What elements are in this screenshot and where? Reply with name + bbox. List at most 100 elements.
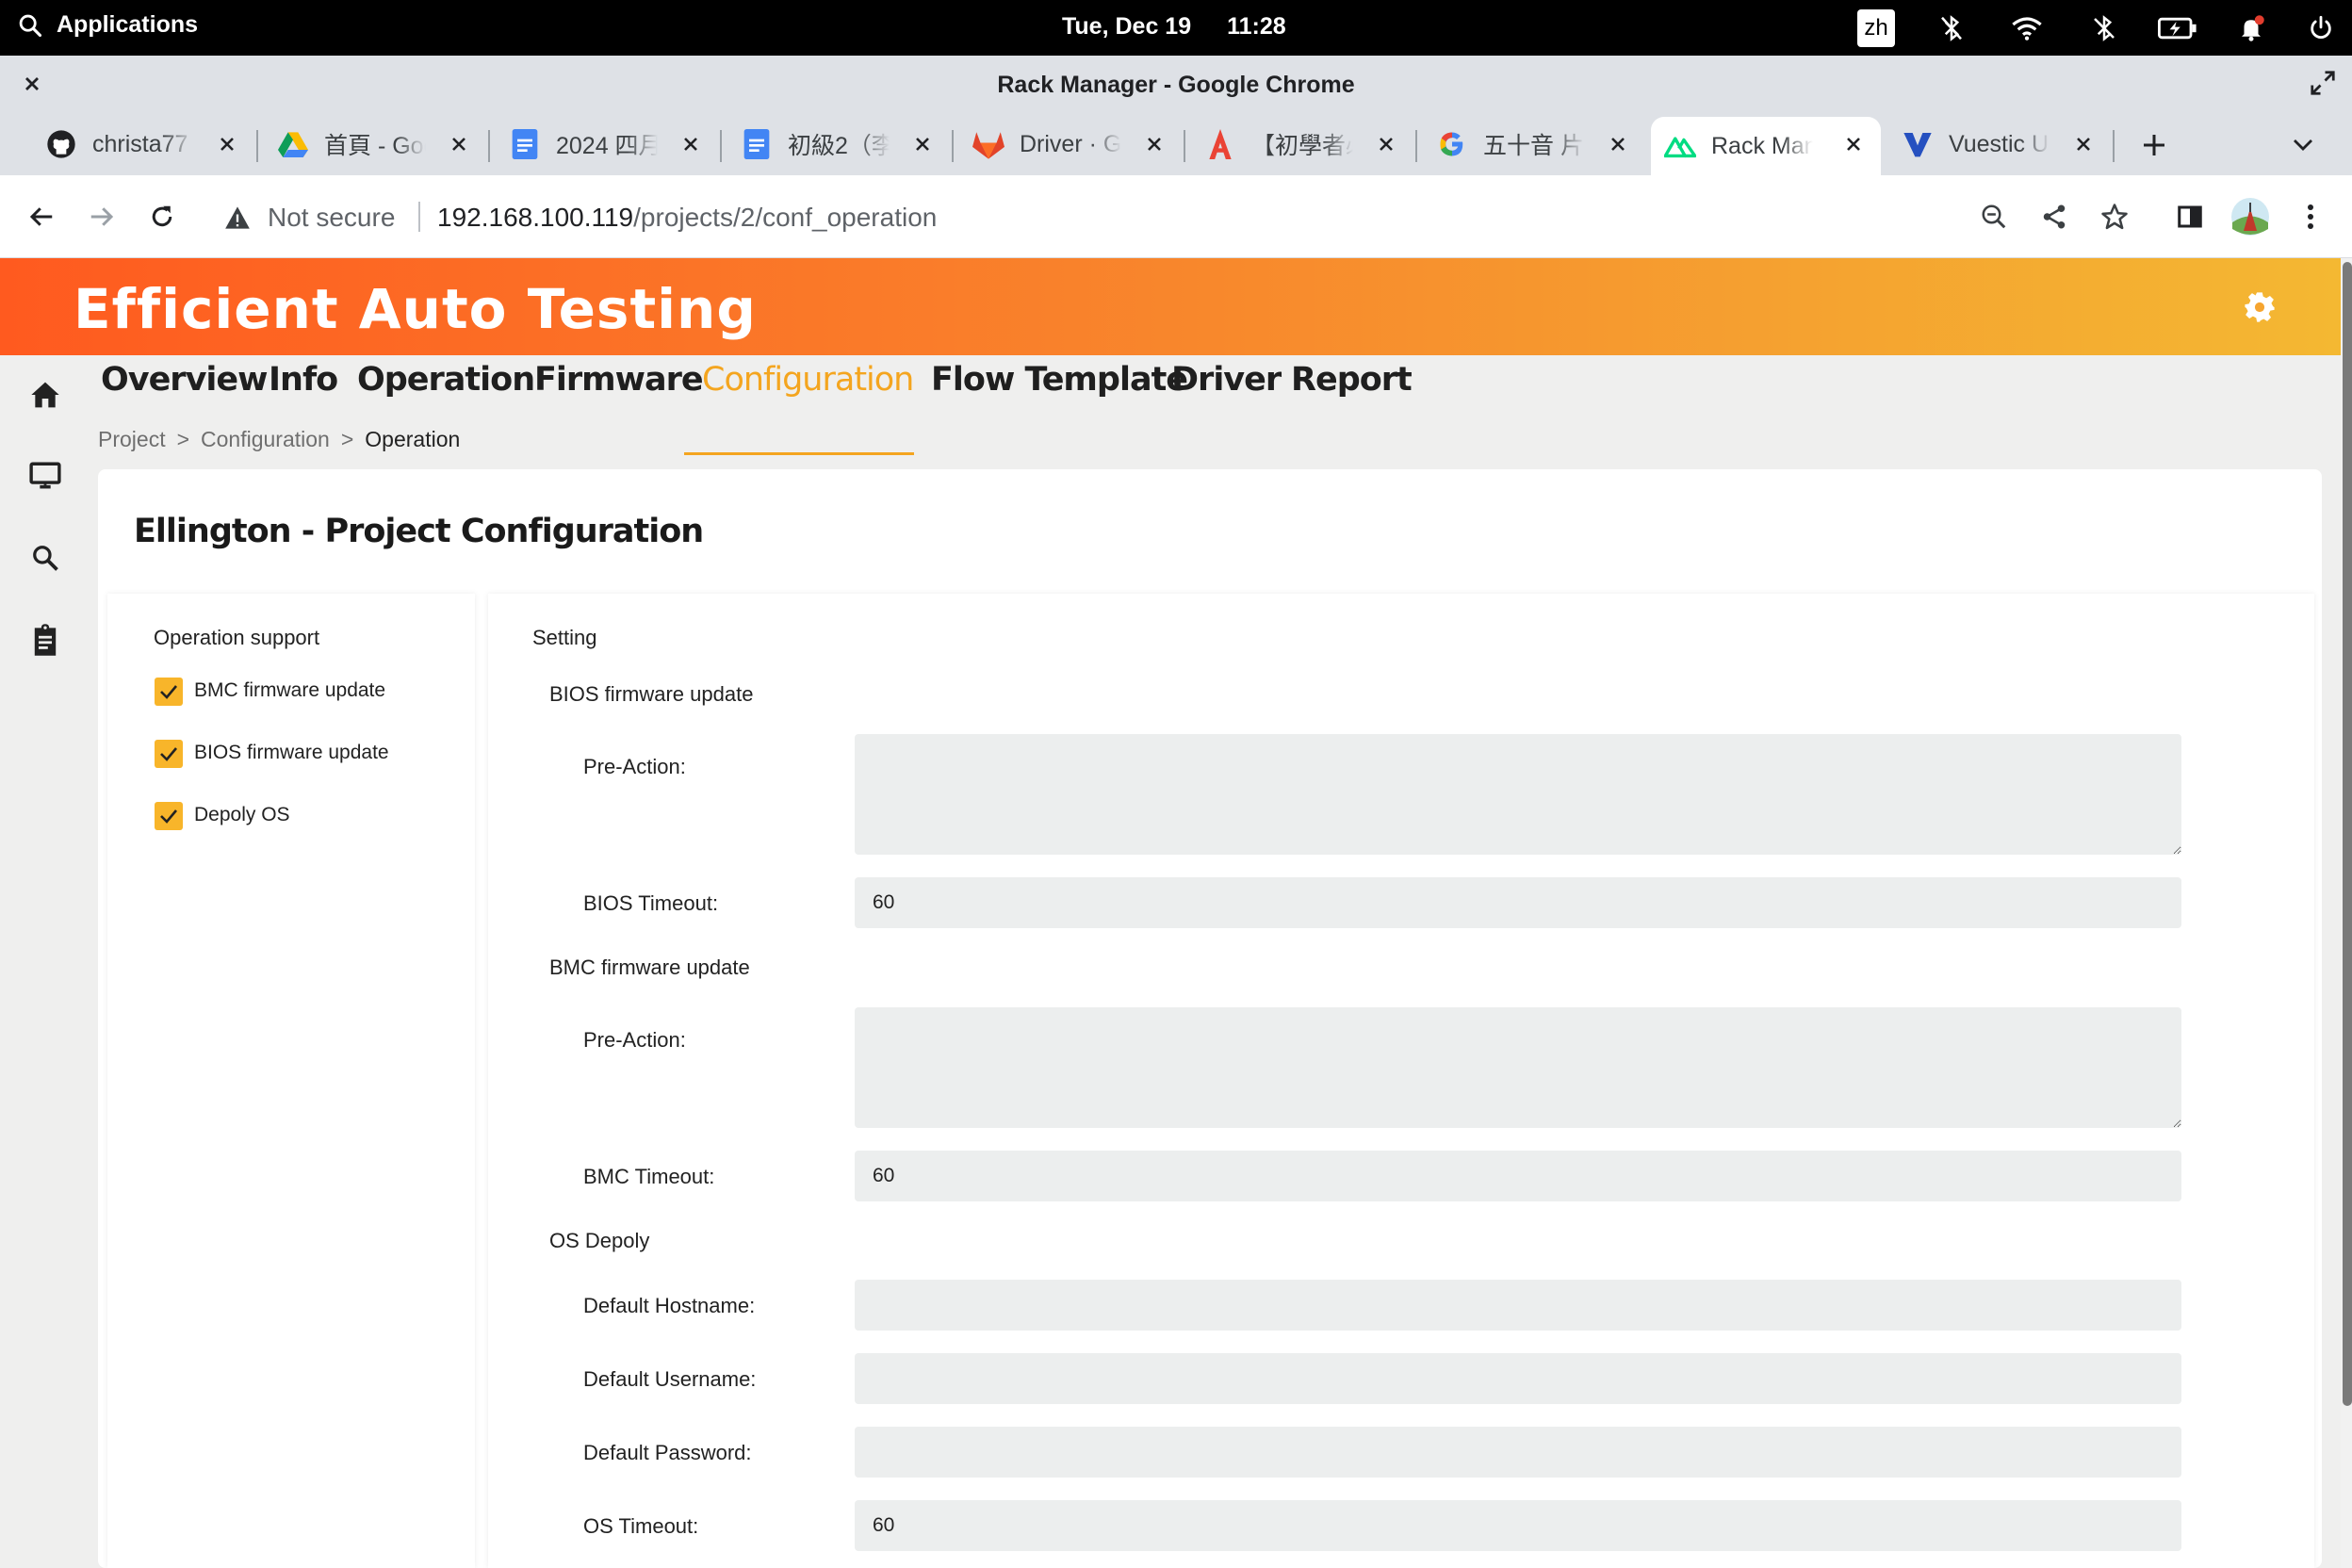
zoom-button[interactable] bbox=[1973, 196, 2015, 237]
bmc-timeout-label: BMC Timeout: bbox=[583, 1165, 715, 1188]
url-separator bbox=[418, 202, 420, 232]
default-password-input[interactable] bbox=[855, 1427, 2181, 1478]
side-panel-button[interactable] bbox=[2169, 196, 2211, 237]
tab-search-button[interactable] bbox=[2284, 126, 2322, 164]
tab-close-button[interactable] bbox=[1372, 130, 1400, 158]
tab-title: Rack Manager bbox=[1711, 132, 1813, 159]
nav-overview[interactable]: Overview bbox=[101, 361, 268, 399]
bmc-update-label[interactable]: BMC firmware update bbox=[194, 679, 385, 702]
nav-driver[interactable]: Driver bbox=[1171, 361, 1282, 399]
breadcrumb-project[interactable]: Project bbox=[98, 427, 166, 452]
tab-close-button[interactable] bbox=[908, 130, 937, 158]
bmc-timeout-input[interactable] bbox=[855, 1151, 2181, 1201]
google-icon bbox=[1436, 128, 1468, 160]
share-button[interactable] bbox=[2034, 196, 2075, 237]
back-button[interactable] bbox=[21, 196, 62, 237]
tab-close-button[interactable] bbox=[1140, 130, 1168, 158]
bluetooth-off-icon[interactable] bbox=[1932, 8, 1971, 48]
browser-tab[interactable]: Driver · GitLab bbox=[959, 117, 1182, 172]
nav-configuration[interactable]: Configuration bbox=[702, 361, 914, 399]
settings-button[interactable] bbox=[2241, 288, 2278, 326]
bluetooth-disabled-icon[interactable] bbox=[2084, 8, 2124, 48]
address-bar[interactable]: Not secure 192.168.100.119/projects/2/co… bbox=[207, 187, 2158, 247]
bios-pre-action-textarea[interactable] bbox=[855, 734, 2181, 855]
nav-operation[interactable]: Operation bbox=[357, 361, 535, 399]
page-title: Ellington - Project Configuration bbox=[134, 513, 704, 550]
tab-close-button[interactable] bbox=[445, 130, 473, 158]
tab-separator bbox=[256, 130, 258, 162]
breadcrumb-configuration[interactable]: Configuration bbox=[201, 427, 330, 452]
forward-button[interactable] bbox=[81, 196, 122, 237]
monitor-icon[interactable] bbox=[26, 457, 64, 495]
clock-date: Tue, Dec 19 bbox=[1062, 13, 1192, 40]
browser-tab-active[interactable]: Rack Manager bbox=[1651, 117, 1881, 175]
bios-timeout-input[interactable] bbox=[855, 877, 2181, 928]
browser-tab[interactable]: 五十音 片假 bbox=[1423, 117, 1645, 172]
browser-tab[interactable]: 初級2（李 bbox=[727, 117, 950, 172]
browser-tab[interactable]: 【初學者必 bbox=[1191, 117, 1413, 172]
tab-close-button[interactable] bbox=[1839, 130, 1868, 158]
search-icon[interactable] bbox=[26, 539, 64, 577]
browser-tab[interactable]: 首頁 - Google bbox=[264, 117, 486, 172]
clock[interactable]: Tue, Dec 19 11:28 bbox=[1062, 13, 1286, 41]
nav-info[interactable]: Info bbox=[269, 361, 338, 399]
os-timeout-input[interactable] bbox=[855, 1500, 2181, 1551]
applications-menu[interactable]: Applications bbox=[17, 11, 198, 39]
tab-close-button[interactable] bbox=[677, 130, 705, 158]
breadcrumb-current: Operation bbox=[365, 427, 461, 451]
bmc-section-heading: BMC firmware update bbox=[549, 956, 750, 979]
bios-update-checkbox[interactable] bbox=[155, 740, 183, 768]
profile-button[interactable] bbox=[2230, 196, 2271, 237]
bios-update-label[interactable]: BIOS firmware update bbox=[194, 742, 389, 764]
bmc-pre-action-textarea[interactable] bbox=[855, 1007, 2181, 1128]
url-path: /projects/2/conf_operation bbox=[633, 203, 938, 232]
browser-tab[interactable]: christa77 bbox=[32, 117, 254, 172]
power-icon[interactable] bbox=[2301, 8, 2341, 48]
side-panel-icon bbox=[2178, 205, 2202, 228]
breadcrumb: Project > Configuration > Operation bbox=[98, 427, 460, 452]
notification-bell-icon[interactable] bbox=[2231, 8, 2271, 48]
browser-tab[interactable]: Vuestic UI bbox=[1888, 117, 2111, 172]
window-restore-button[interactable] bbox=[2309, 69, 2339, 99]
nav-report[interactable]: Report bbox=[1291, 361, 1413, 399]
default-hostname-input[interactable] bbox=[855, 1280, 2181, 1331]
scrollbar-thumb[interactable] bbox=[2343, 262, 2352, 1406]
tab-close-button[interactable] bbox=[2069, 130, 2098, 158]
share-icon bbox=[2043, 204, 2066, 229]
wifi-icon[interactable] bbox=[2007, 8, 2047, 48]
close-icon bbox=[2077, 138, 2090, 151]
url-text[interactable]: 192.168.100.119/projects/2/conf_operatio… bbox=[437, 203, 937, 233]
clipboard-icon[interactable] bbox=[26, 621, 64, 659]
close-icon bbox=[220, 138, 234, 151]
home-icon[interactable] bbox=[26, 376, 64, 414]
plus-icon bbox=[2144, 135, 2164, 155]
bookmark-button[interactable] bbox=[2094, 196, 2135, 237]
arrow-left-icon bbox=[29, 207, 53, 226]
chrome-menu-button[interactable] bbox=[2290, 196, 2331, 237]
close-icon bbox=[1611, 138, 1625, 151]
battery-charging-icon[interactable] bbox=[2158, 8, 2197, 48]
nav-flow-template[interactable]: Flow Template bbox=[931, 361, 1188, 399]
deploy-os-checkbox[interactable] bbox=[155, 802, 183, 830]
chevron-down-icon bbox=[2294, 139, 2312, 151]
gear-icon bbox=[2245, 292, 2275, 322]
reload-button[interactable] bbox=[141, 196, 183, 237]
default-username-input[interactable] bbox=[855, 1353, 2181, 1404]
app-title[interactable]: Efficient Auto Testing bbox=[74, 277, 757, 341]
operation-support-heading: Operation support bbox=[154, 626, 320, 649]
bios-timeout-label: BIOS Timeout: bbox=[583, 891, 719, 915]
nav-active-underline bbox=[684, 452, 914, 455]
more-vert-icon bbox=[2308, 204, 2313, 229]
tab-separator bbox=[952, 130, 954, 162]
tab-close-button[interactable] bbox=[1604, 130, 1632, 158]
new-tab-button[interactable] bbox=[2135, 126, 2173, 164]
tab-close-button[interactable] bbox=[213, 130, 241, 158]
input-method-indicator[interactable]: zh bbox=[1856, 8, 1896, 48]
security-label[interactable]: Not secure bbox=[268, 203, 395, 233]
deploy-os-label[interactable]: Depoly OS bbox=[194, 804, 290, 826]
browser-tab[interactable]: 2024 四月 bbox=[496, 117, 718, 172]
os-timeout-label: OS Timeout: bbox=[583, 1514, 699, 1538]
bmc-update-checkbox[interactable] bbox=[155, 678, 183, 706]
nav-firmware[interactable]: Firmware bbox=[534, 361, 704, 399]
default-username-label: Default Username: bbox=[583, 1367, 757, 1391]
